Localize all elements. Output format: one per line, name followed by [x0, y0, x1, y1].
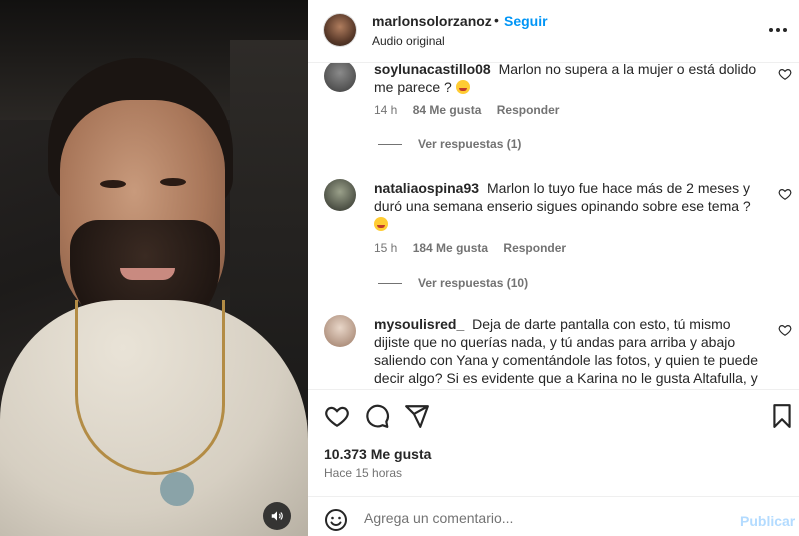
- author-avatar[interactable]: [324, 14, 356, 46]
- comment-text-block: soylunacastillo08 Marlon no supera a la …: [374, 63, 766, 96]
- more-dot-icon: [783, 28, 787, 32]
- comment-text-block: mysoulisred_ Deja de darte pantalla con …: [374, 315, 766, 389]
- publish-button[interactable]: Publicar: [740, 513, 795, 529]
- laughing-emoji-icon: [455, 80, 470, 94]
- view-replies-label: Ver respuestas (1): [418, 137, 522, 151]
- comment-likes[interactable]: 184 Me gusta: [413, 241, 488, 255]
- comment-meta: 15 h 184 Me gusta Responder: [374, 241, 578, 255]
- post-panel: marlonsolorzanoz • Seguir Audio original…: [308, 0, 799, 536]
- commenter-username[interactable]: mysoulisred_: [374, 316, 464, 332]
- reply-button[interactable]: Responder: [497, 103, 560, 117]
- commenter-avatar[interactable]: [324, 179, 356, 211]
- more-dot-icon: [769, 28, 773, 32]
- header-separator: •: [494, 12, 499, 28]
- view-replies-label: Ver respuestas (10): [418, 276, 529, 290]
- commenter-avatar[interactable]: [324, 315, 356, 347]
- comment-time: 14 h: [374, 103, 398, 117]
- comment-likes[interactable]: 84 Me gusta: [413, 103, 482, 117]
- comment-input[interactable]: [364, 505, 724, 531]
- replies-line: [378, 282, 402, 284]
- view-replies-button[interactable]: Ver respuestas (10): [378, 276, 528, 290]
- person-mouth: [120, 268, 175, 280]
- reel-video[interactable]: [0, 0, 308, 536]
- audio-toggle-button[interactable]: [263, 502, 291, 530]
- follow-button[interactable]: Seguir: [504, 13, 548, 29]
- more-dot-icon: [776, 28, 780, 32]
- share-paper-plane-icon[interactable]: [404, 403, 430, 429]
- author-username[interactable]: marlonsolorzanoz: [372, 13, 492, 29]
- commenter-username[interactable]: nataliaospina93: [374, 180, 479, 196]
- save-bookmark-icon[interactable]: [769, 403, 795, 429]
- comment-bubble-icon[interactable]: [364, 403, 390, 429]
- audio-link[interactable]: Audio original: [372, 34, 445, 48]
- commenter-avatar[interactable]: [324, 63, 356, 92]
- person-eye-right: [160, 178, 186, 186]
- reply-button[interactable]: Responder: [503, 241, 566, 255]
- shirt-logo: [160, 472, 194, 506]
- like-comment-heart-icon[interactable]: [778, 67, 792, 81]
- add-comment-bar: Publicar: [308, 496, 799, 536]
- comment-text-block: nataliaospina93 Marlon lo tuyo fue hace …: [374, 179, 766, 233]
- post-header: marlonsolorzanoz • Seguir Audio original: [308, 0, 799, 63]
- post-timestamp[interactable]: Hace 15 horas: [324, 466, 402, 480]
- person-eye-left: [100, 180, 126, 188]
- laughing-emoji-icon: [374, 217, 388, 231]
- commenter-username[interactable]: soylunacastillo08: [374, 63, 491, 77]
- speaker-icon: [271, 511, 283, 521]
- emoji-smiley-icon[interactable]: [324, 508, 348, 532]
- like-comment-heart-icon[interactable]: [778, 323, 792, 337]
- more-options-button[interactable]: [766, 22, 790, 38]
- comment-time: 15 h: [374, 241, 398, 255]
- comment-meta: 14 h 84 Me gusta Responder: [374, 103, 571, 117]
- likes-count[interactable]: 10.373 Me gusta: [324, 446, 431, 462]
- like-heart-icon[interactable]: [324, 403, 350, 429]
- view-replies-button[interactable]: Ver respuestas (1): [378, 137, 521, 151]
- person-necklace: [75, 300, 225, 475]
- like-comment-heart-icon[interactable]: [778, 187, 792, 201]
- comments-list[interactable]: soylunacastillo08 Marlon no supera a la …: [308, 63, 799, 389]
- replies-line: [378, 143, 402, 145]
